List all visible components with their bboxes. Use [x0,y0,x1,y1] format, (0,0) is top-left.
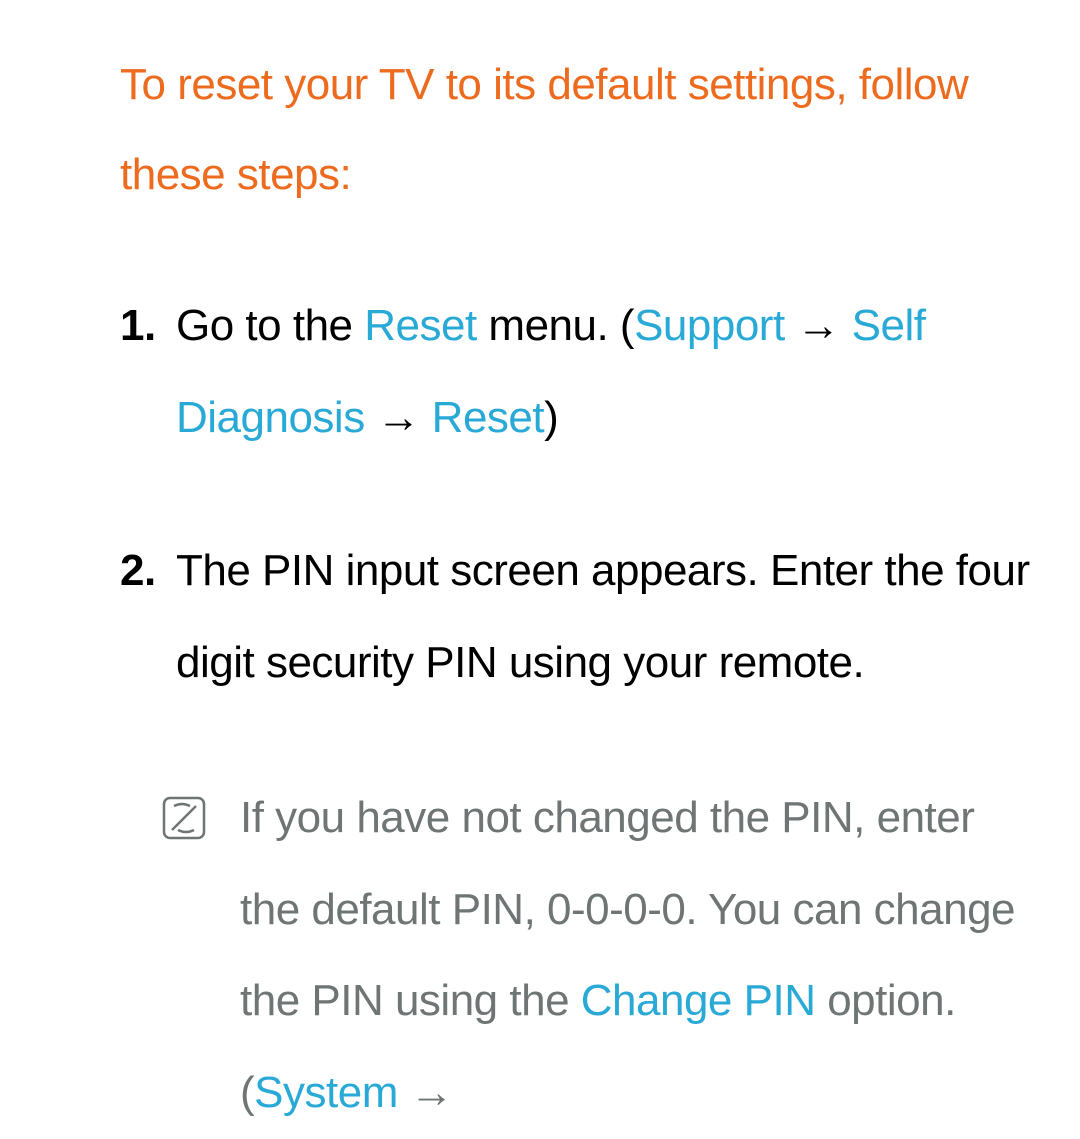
step-1: Go to the Reset menu. (Support → Self Di… [120,280,1042,463]
text-fragment: ) [544,393,558,442]
text-fragment: Go to the [176,301,364,350]
note-text: If you have not changed the PIN, enter t… [240,793,1015,1117]
menu-path-link: Change PIN [581,976,816,1025]
instruction-heading: To reset your TV to its default settings… [120,40,1042,220]
text-fragment: menu. ( [477,301,634,350]
note-icon [162,780,206,824]
text-fragment: The PIN input screen appears. Enter the … [176,546,1030,687]
arrow-separator: → [398,1068,453,1117]
note-block: If you have not changed the PIN, enter t… [120,772,1042,1138]
menu-path-link: Reset [364,301,476,350]
menu-path-link: Reset [432,393,544,442]
menu-path-link: Support [634,301,785,350]
instruction-steps: Go to the Reset menu. (Support → Self Di… [120,280,1042,708]
menu-path-link: System [254,1068,398,1117]
arrow-separator: → [785,301,852,350]
step-2: The PIN input screen appears. Enter the … [120,525,1042,708]
arrow-separator: → [365,393,432,442]
